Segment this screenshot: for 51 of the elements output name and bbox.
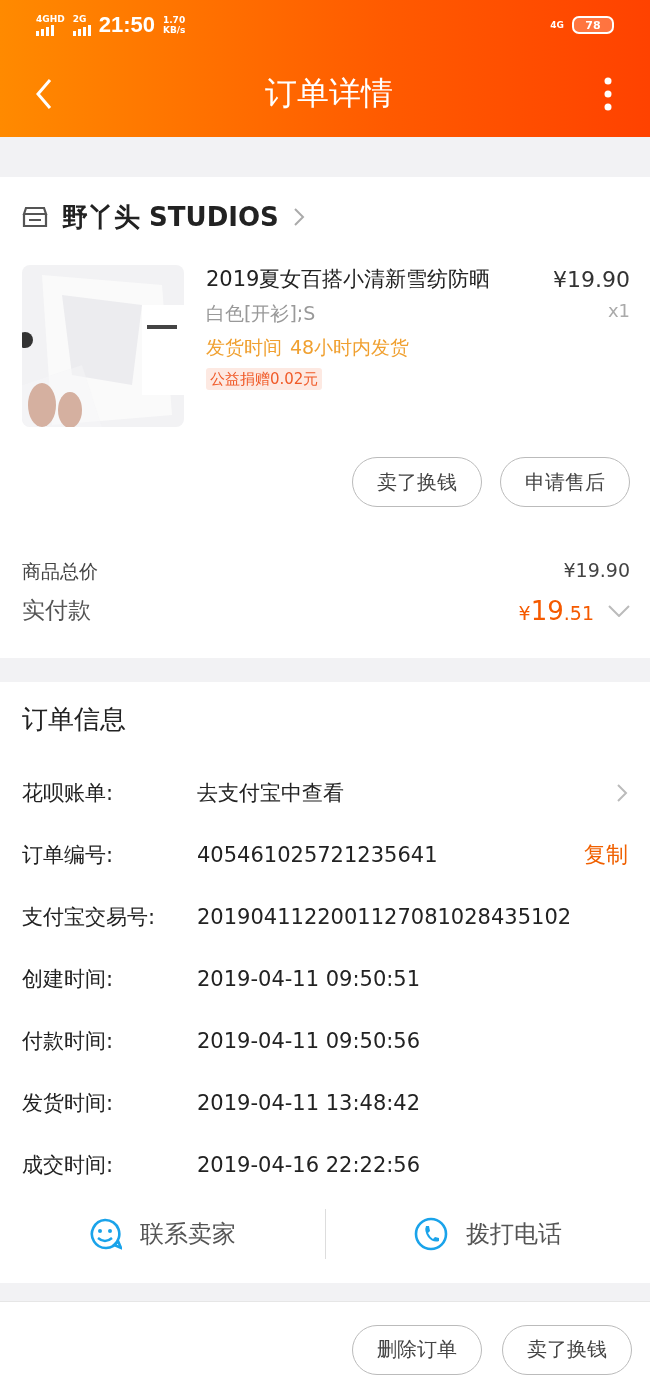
battery-level: 78	[585, 18, 601, 32]
shop-icon	[22, 206, 48, 228]
contact-button[interactable]: 拨打电话	[465, 1218, 562, 1250]
back-icon[interactable]	[34, 77, 54, 110]
field-label: 花呗账单:	[22, 780, 115, 807]
field-value: 2019-04-11 09:50:51	[197, 967, 422, 991]
field-value: 2019-04-16 22:22:56	[197, 1153, 422, 1177]
chat-icon	[88, 1217, 123, 1251]
more-icon[interactable]	[604, 76, 612, 111]
field-label: 订单编号:	[22, 842, 115, 869]
product-variant: 白色[开衫];S	[206, 301, 316, 326]
field-value: 2019041122001127081028435102	[197, 905, 573, 929]
field-value: 405461025721235641	[197, 843, 439, 867]
field-value: 2019-04-11 13:48:42	[197, 1091, 422, 1115]
clock-time: 21:50	[98, 12, 155, 38]
chevron-down-icon[interactable]	[608, 604, 630, 617]
field-value: 2019-04-11 09:50:56	[197, 1029, 422, 1053]
field-label: 发货时间:	[22, 1090, 115, 1117]
signal-icon	[72, 25, 91, 36]
page-title: 订单详情	[265, 72, 393, 114]
speed-value: 1.70	[162, 15, 186, 25]
action-button[interactable]: 卖了换钱	[502, 1324, 632, 1375]
shop-name[interactable]: 野丫头 STUDIOS	[62, 199, 279, 235]
paid-amount: ¥19.51	[518, 595, 594, 626]
paid-label: 实付款	[22, 596, 91, 625]
field-label: 创建时间:	[22, 966, 115, 993]
shipping-label: 发货时间	[206, 335, 282, 360]
alipay-link[interactable]: 去支付宝中查看	[197, 779, 616, 807]
action-button[interactable]: 卖了换钱	[352, 457, 482, 507]
total-value: ¥19.90	[563, 559, 630, 583]
speed-unit: KB/s	[162, 25, 186, 35]
donation-tag: 公益捐赠0.02元	[206, 368, 323, 390]
action-button[interactable]: 删除订单	[352, 1324, 482, 1375]
field-label: 付款时间:	[22, 1028, 115, 1055]
total-label: 商品总价	[22, 559, 98, 584]
section-title: 订单信息	[22, 703, 127, 736]
product-price: ¥19.90	[553, 266, 630, 292]
contact-button[interactable]: 联系卖家	[140, 1218, 237, 1250]
field-label: 成交时间:	[22, 1152, 115, 1179]
chevron-right-icon	[292, 207, 305, 227]
field-label: 支付宝交易号:	[22, 904, 157, 931]
product-quantity: x1	[607, 299, 630, 321]
signal-icon	[36, 25, 54, 36]
network-label: 2G	[72, 14, 87, 24]
network-label: 4GHD	[36, 14, 65, 24]
phone-icon	[413, 1217, 448, 1251]
product-title[interactable]: 2019夏女百搭小清新雪纺防晒	[206, 265, 491, 293]
chevron-right-icon[interactable]	[616, 783, 628, 803]
network-label: 4G	[550, 20, 564, 30]
shipping-time: 48小时内发货	[290, 335, 410, 360]
action-button[interactable]: 申请售后	[500, 457, 630, 507]
